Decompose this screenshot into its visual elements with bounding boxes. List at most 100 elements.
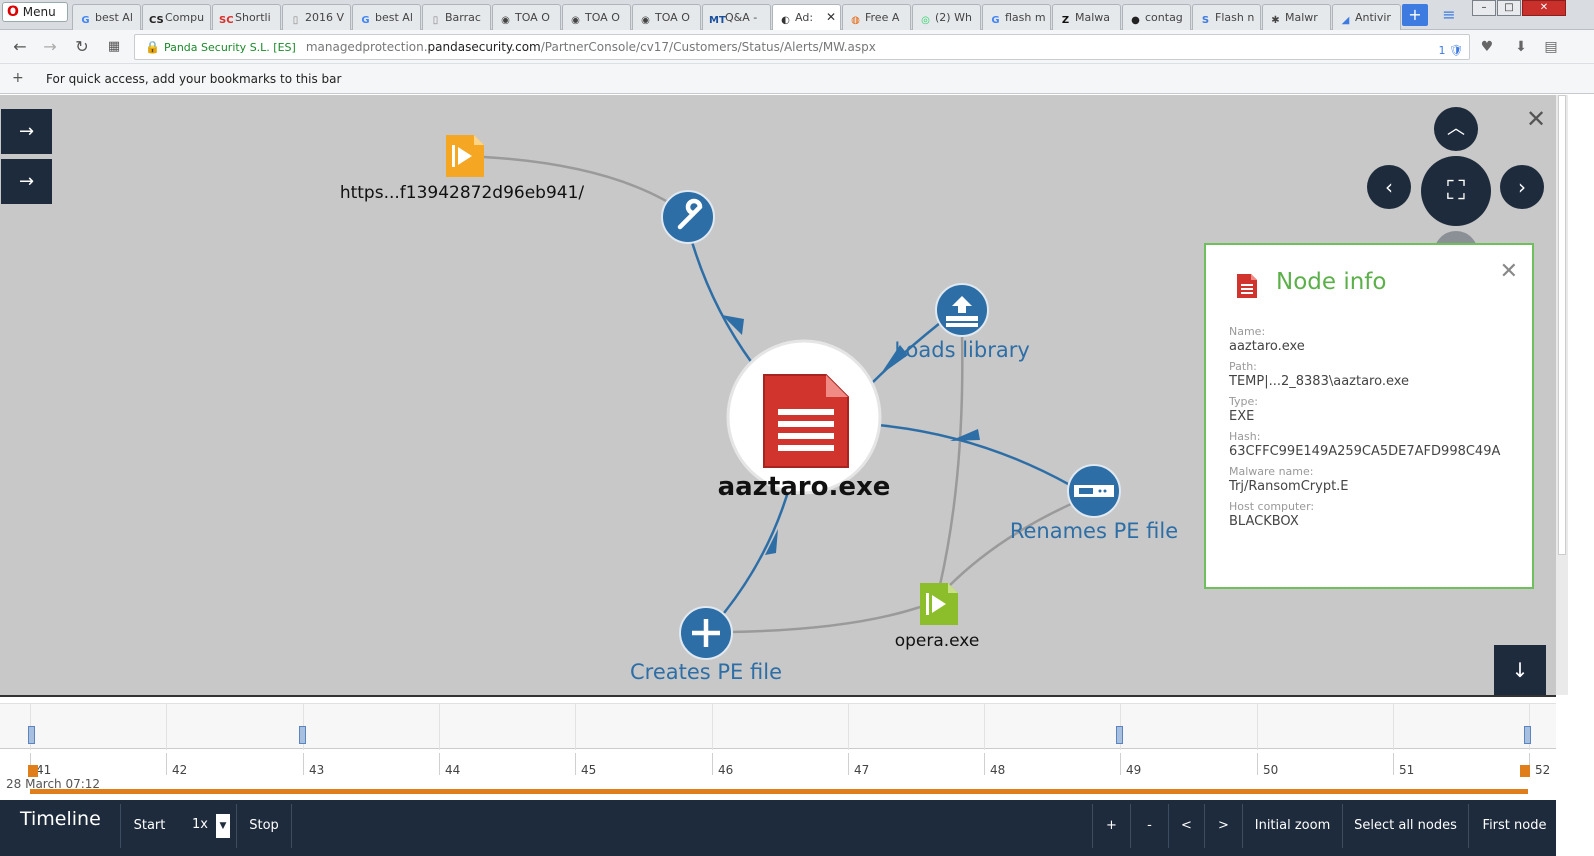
browser-tab[interactable]: ▯ Barrac [422,4,491,30]
close-node-info-icon[interactable]: ✕ [1500,259,1518,284]
scroll-down-button[interactable]: ↓ [1494,645,1546,695]
zoom-in-timeline-button[interactable]: + [1092,804,1130,848]
speed-dial-icon[interactable]: ▦ [104,37,124,57]
browser-tab[interactable]: MTQ&A - [702,4,771,30]
reload-icon[interactable]: ↻ [72,37,92,57]
browser-tab[interactable]: ◍ Free A [842,4,911,30]
graph-scrollbar[interactable] [1556,95,1568,695]
timeline-gridline [166,704,167,750]
expand-panel-button-2[interactable]: → [1,159,52,204]
forward-icon[interactable]: → [40,37,60,57]
field-value: TEMP|...2_8383\aaztaro.exe [1229,374,1410,389]
new-tab-button[interactable]: + [1402,4,1428,26]
wrench-node[interactable] [661,190,715,244]
panda-icon: ◐ [781,15,790,26]
minimize-button[interactable]: – [1472,0,1496,16]
download-icon[interactable]: ⬇ [1512,38,1530,56]
timeline-grid[interactable] [0,703,1556,750]
timeline-event-marker[interactable] [1116,726,1123,744]
browser-tab[interactable]: Gbest Al [352,4,421,30]
whatsapp-icon: ◎ [921,15,930,26]
timeline-gridline [575,704,576,750]
add-bookmark-icon[interactable]: + [12,70,24,86]
edge-center-wrench [688,234,754,364]
tab-label: 2016 V [305,11,345,24]
zoom-out-timeline-button[interactable]: - [1130,804,1168,848]
renames-pe-node[interactable] [1067,464,1121,518]
timeline-event-marker[interactable] [1524,726,1531,744]
arrow-renames [950,429,980,441]
timeline-tickline [1257,753,1258,775]
speed-select[interactable]: 1x ▼ [182,808,232,842]
close-tab-icon[interactable]: ✕ [826,10,836,24]
browser-tab[interactable]: ◉ TOA O [632,4,701,30]
timeline-controls: Timeline Start 1x ▼ Stop + - < > Initial … [0,800,1556,856]
field-label: Path: [1229,360,1257,373]
pan-left-button[interactable]: ‹ [1367,165,1411,209]
first-node-button[interactable]: First node [1468,804,1560,848]
url-prefix: managedprotection. [305,40,428,54]
timeline-tickline [848,753,849,775]
back-icon[interactable]: ← [10,37,30,57]
browser-tab[interactable]: ◐ Ad: ✕ [772,4,841,31]
stop-button[interactable]: Stop [236,804,292,848]
tab-label: best Al [95,11,133,24]
page-icon: ▯ [292,15,299,26]
shield-badge[interactable]: 1 🛡 [1439,39,1463,63]
timeline-range-track[interactable] [30,789,1528,794]
tab-label: Flash n [1215,11,1255,24]
extensions-icon[interactable]: ▤ [1542,38,1560,56]
browser-tab[interactable]: CSCompu [142,4,211,30]
browser-tab[interactable]: Gflash m [982,4,1051,30]
next-button[interactable]: > [1204,804,1242,848]
url-domain: pandasecurity.com [427,40,541,54]
timeline-event-marker[interactable] [28,726,35,744]
address-bar[interactable]: 🔒 Panda Security S.L. [ES] managedprotecti… [134,34,1470,60]
tab-label: Shortli [235,11,271,24]
bookmarks-bar: + For quick access, add your bookmarks t… [0,64,1594,94]
browser-tab[interactable]: ✱ Malwr [1262,4,1331,30]
expand-panel-button-1[interactable]: → [1,109,52,154]
browser-tab[interactable]: S Flash n [1192,4,1261,30]
previous-button[interactable]: < [1168,804,1204,848]
timeline-tickline [166,753,167,775]
browser-tab[interactable]: ◎ (2) Wh [912,4,981,30]
pan-up-button[interactable]: ︿ [1434,107,1478,151]
opera-logo-icon: O [7,4,19,20]
browser-tab[interactable]: ▯ 2016 V [282,4,351,30]
opera-menu-button[interactable]: O Menu [2,2,68,22]
browser-tab[interactable]: SCShortli [212,4,281,30]
fit-view-button[interactable]: ⛶ [1421,156,1491,226]
field-label: Host computer: [1229,500,1315,513]
timeline-start-handle[interactable] [28,765,38,777]
pan-right-button[interactable]: › [1500,165,1544,209]
close-graph-icon[interactable]: ✕ [1526,105,1546,133]
close-window-button[interactable]: ✕ [1522,0,1566,16]
timeline-tick-label: 43 [309,763,325,777]
browser-tab[interactable]: ◉ TOA O [562,4,631,30]
scrollbar-thumb[interactable] [1558,95,1566,555]
browser-tab[interactable]: Gbest Al [72,4,141,30]
select-all-nodes-button[interactable]: Select all nodes [1342,804,1468,848]
tab-menu-icon[interactable]: ≡ [1436,4,1462,26]
browser-tab[interactable]: ◉ TOA O [492,4,561,30]
maximize-button[interactable]: □ [1497,0,1521,16]
start-button[interactable]: Start [120,804,178,848]
initial-zoom-button[interactable]: Initial zoom [1242,804,1342,848]
heart-icon[interactable]: ♥ [1478,38,1496,56]
center-exe-node[interactable] [726,339,882,495]
opera-file-node[interactable] [920,583,958,625]
node-info-panel: Node info ✕ Name: aaztaro.exe Path: TEMP|..… [1204,243,1534,589]
url-file-node[interactable] [446,135,484,177]
timeline-event-marker[interactable] [299,726,306,744]
field-value: aaztaro.exe [1229,339,1305,354]
loads-library-node[interactable] [935,283,989,337]
graph-canvas[interactable]: https...f13942872d96eb941/ Loads library… [0,95,1556,695]
sc-icon: SC [219,15,234,26]
browser-tab[interactable]: ◢ Antivir [1332,4,1401,30]
browser-tab[interactable]: ● contag [1122,4,1191,30]
timeline-end-handle[interactable] [1520,765,1530,777]
bookmarks-hint: For quick access, add your bookmarks to … [46,72,342,86]
browser-tab[interactable]: Z Malwa [1052,4,1121,30]
creates-pe-node[interactable] [679,606,733,660]
